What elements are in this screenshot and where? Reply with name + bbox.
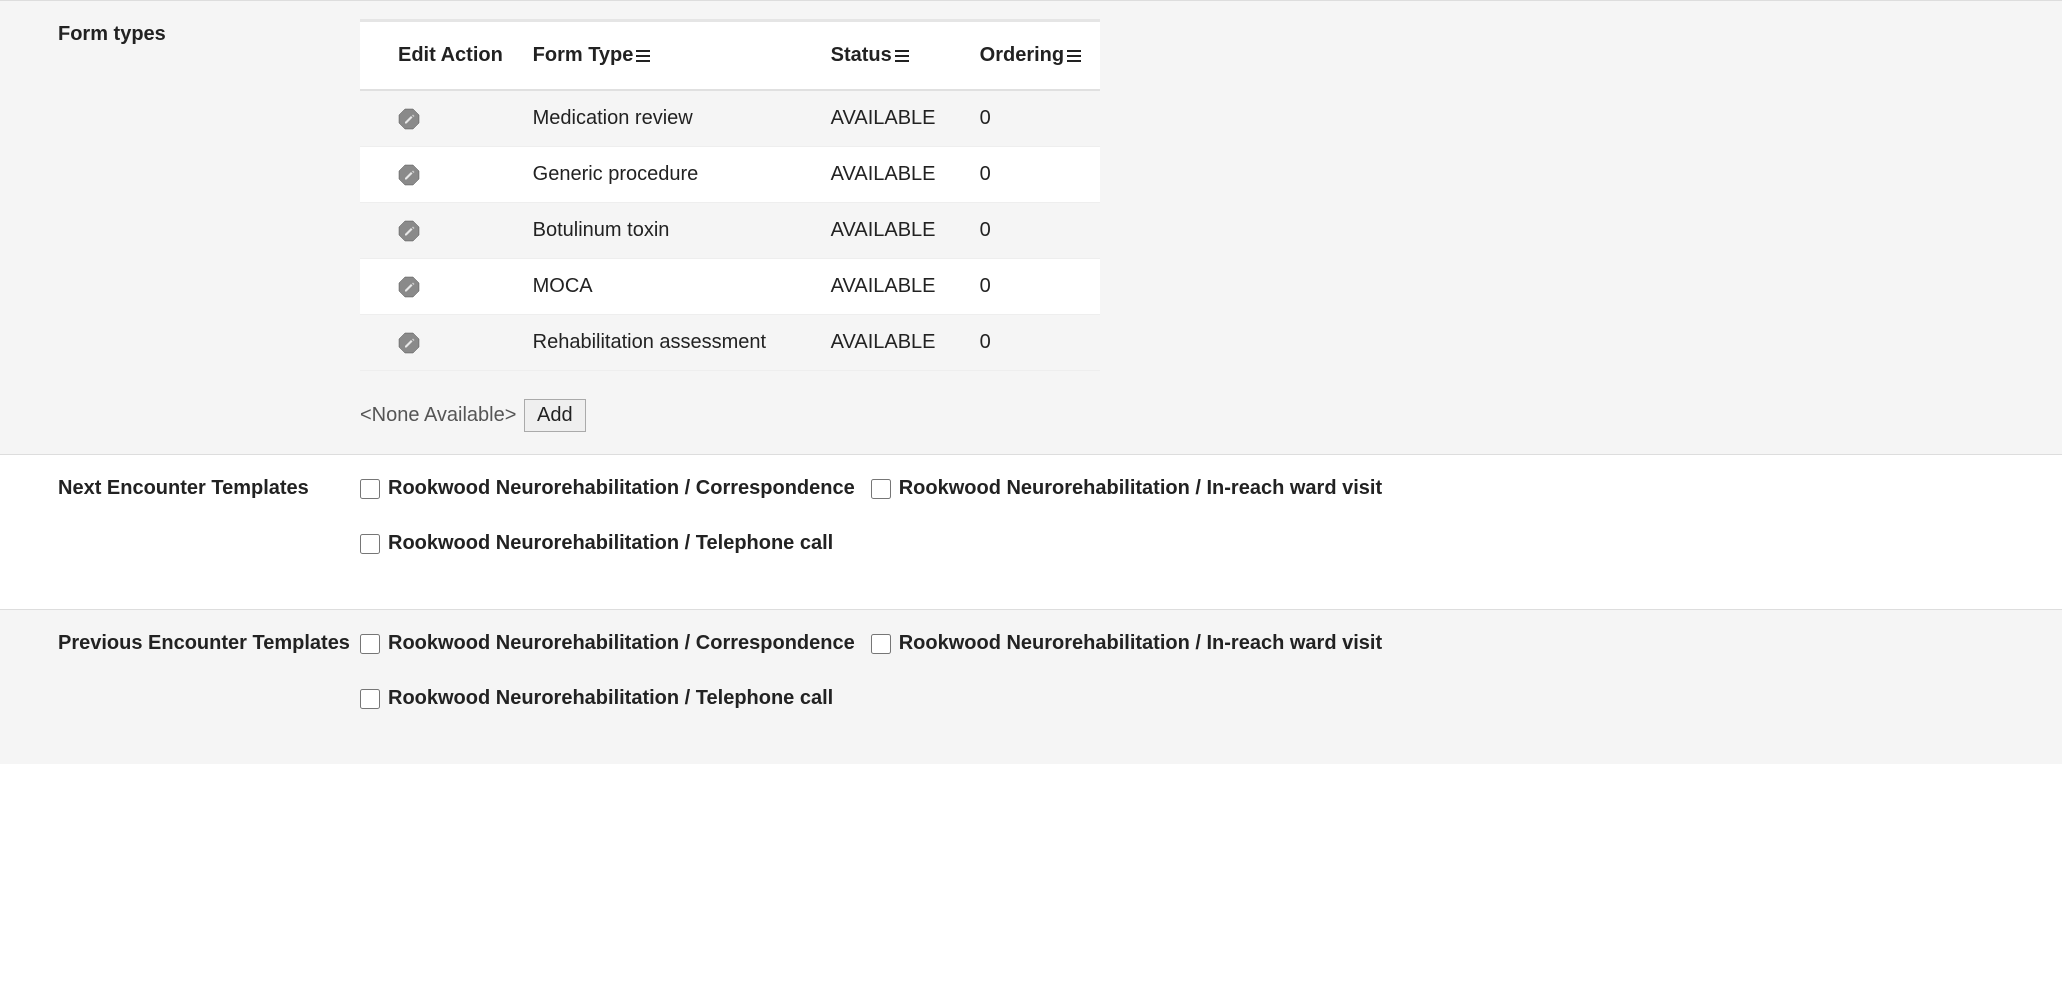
prev-template-label[interactable]: Rookwood Neurorehabilitation / Correspon… xyxy=(388,632,855,655)
table-row: MOCAAVAILABLE0 xyxy=(360,259,1100,315)
next-template-item: Rookwood Neurorehabilitation / Telephone… xyxy=(360,532,833,555)
form-types-table: Edit Action Form Type Status Ordering M xyxy=(360,22,1100,371)
next-encounter-templates-list: Rookwood Neurorehabilitation / Correspon… xyxy=(360,473,2042,587)
cell-form-type: MOCA xyxy=(523,259,821,315)
table-row: Rehabilitation assessmentAVAILABLE0 xyxy=(360,315,1100,371)
col-header-ordering[interactable]: Ordering xyxy=(970,22,1100,90)
sort-icon xyxy=(635,49,651,63)
cell-ordering: 0 xyxy=(970,315,1100,371)
next-encounter-templates-content: Rookwood Neurorehabilitation / Correspon… xyxy=(360,455,2062,609)
cell-form-type: Generic procedure xyxy=(523,147,821,203)
prev-template-checkbox[interactable] xyxy=(360,634,380,654)
col-header-edit-action-text: Edit Action xyxy=(398,44,503,66)
next-template-item: Rookwood Neurorehabilitation / Correspon… xyxy=(360,477,855,500)
add-form-type-button[interactable]: Add xyxy=(524,399,586,432)
form-types-section: Form types Edit Action Form Type Status xyxy=(0,0,2062,454)
add-form-type-row: <None Available> Add xyxy=(360,399,2042,432)
add-form-type-placeholder: <None Available> xyxy=(360,404,516,426)
col-header-status[interactable]: Status xyxy=(821,22,970,90)
table-row: Botulinum toxinAVAILABLE0 xyxy=(360,203,1100,259)
cell-ordering: 0 xyxy=(970,147,1100,203)
cell-ordering: 0 xyxy=(970,259,1100,315)
previous-encounter-templates-content: Rookwood Neurorehabilitation / Correspon… xyxy=(360,610,2062,764)
cell-status: AVAILABLE xyxy=(821,315,970,371)
cell-form-type: Medication review xyxy=(523,90,821,147)
col-header-form-type-text: Form Type xyxy=(533,44,634,66)
cell-status: AVAILABLE xyxy=(821,90,970,147)
next-encounter-templates-label: Next Encounter Templates xyxy=(0,455,360,609)
next-template-checkbox[interactable] xyxy=(360,479,380,499)
cell-form-type: Botulinum toxin xyxy=(523,203,821,259)
cell-status: AVAILABLE xyxy=(821,147,970,203)
form-types-table-wrap: Edit Action Form Type Status Ordering M xyxy=(360,19,1100,371)
edit-icon[interactable] xyxy=(398,332,420,354)
table-row: Generic procedureAVAILABLE0 xyxy=(360,147,1100,203)
form-types-content: Edit Action Form Type Status Ordering M xyxy=(360,1,2062,454)
previous-encounter-templates-section: Previous Encounter Templates Rookwood Ne… xyxy=(0,609,2062,764)
sort-icon xyxy=(894,49,910,63)
cell-ordering: 0 xyxy=(970,90,1100,147)
col-header-form-type[interactable]: Form Type xyxy=(523,22,821,90)
prev-template-checkbox[interactable] xyxy=(360,689,380,709)
previous-encounter-templates-list: Rookwood Neurorehabilitation / Correspon… xyxy=(360,628,2042,742)
next-template-label[interactable]: Rookwood Neurorehabilitation / In-reach … xyxy=(899,477,1382,500)
cell-status: AVAILABLE xyxy=(821,203,970,259)
col-header-edit-action[interactable]: Edit Action xyxy=(360,22,523,90)
next-template-label[interactable]: Rookwood Neurorehabilitation / Telephone… xyxy=(388,532,833,555)
next-template-item: Rookwood Neurorehabilitation / In-reach … xyxy=(871,477,1382,500)
edit-icon[interactable] xyxy=(398,108,420,130)
prev-template-item: Rookwood Neurorehabilitation / Correspon… xyxy=(360,632,855,655)
cell-form-type: Rehabilitation assessment xyxy=(523,315,821,371)
table-row: Medication reviewAVAILABLE0 xyxy=(360,90,1100,147)
edit-icon[interactable] xyxy=(398,276,420,298)
cell-status: AVAILABLE xyxy=(821,259,970,315)
prev-template-item: Rookwood Neurorehabilitation / Telephone… xyxy=(360,687,833,710)
edit-icon[interactable] xyxy=(398,220,420,242)
previous-encounter-templates-label: Previous Encounter Templates xyxy=(0,610,360,764)
col-header-status-text: Status xyxy=(831,44,892,66)
next-template-checkbox[interactable] xyxy=(360,534,380,554)
next-template-checkbox[interactable] xyxy=(871,479,891,499)
prev-template-label[interactable]: Rookwood Neurorehabilitation / In-reach … xyxy=(899,632,1382,655)
col-header-ordering-text: Ordering xyxy=(980,44,1064,66)
next-template-label[interactable]: Rookwood Neurorehabilitation / Correspon… xyxy=(388,477,855,500)
form-types-label: Form types xyxy=(0,1,360,454)
cell-ordering: 0 xyxy=(970,203,1100,259)
sort-icon xyxy=(1066,49,1082,63)
edit-icon[interactable] xyxy=(398,164,420,186)
prev-template-label[interactable]: Rookwood Neurorehabilitation / Telephone… xyxy=(388,687,833,710)
prev-template-item: Rookwood Neurorehabilitation / In-reach … xyxy=(871,632,1382,655)
next-encounter-templates-section: Next Encounter Templates Rookwood Neuror… xyxy=(0,454,2062,609)
prev-template-checkbox[interactable] xyxy=(871,634,891,654)
